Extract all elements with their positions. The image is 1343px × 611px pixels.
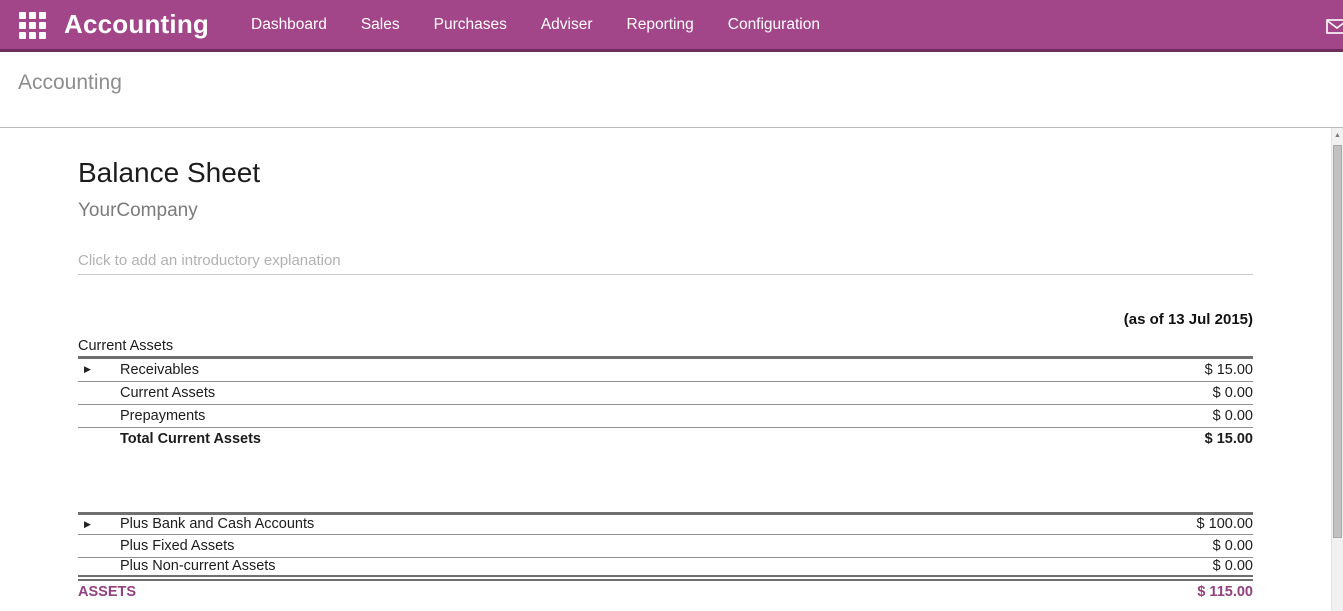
report-row-total-current-assets: Total Current Assets $ 15.00 [78, 428, 1253, 451]
report-row-prepayments: Prepayments $ 0.00 [78, 405, 1253, 428]
company-name: YourCompany [78, 200, 1253, 222]
menu-item-adviser[interactable]: Adviser [541, 16, 593, 34]
row-label: Plus Non-current Assets [120, 558, 1213, 574]
intro-placeholder[interactable]: Click to add an introductory explanation [78, 252, 1253, 275]
menu-item-configuration[interactable]: Configuration [728, 16, 820, 34]
menu-item-sales[interactable]: Sales [361, 16, 400, 34]
row-value: $ 115.00 [1197, 584, 1253, 600]
breadcrumb-bar: Accounting [0, 52, 1343, 128]
column-header-date: (as of 13 Jul 2015) [78, 308, 1253, 336]
row-label: Current Assets [120, 385, 1213, 401]
expand-arrow-icon[interactable]: ▶ [78, 519, 120, 530]
report-row-fixed-assets: Plus Fixed Assets $ 0.00 [78, 535, 1253, 558]
envelope-icon[interactable] [1326, 19, 1343, 34]
menu-item-reporting[interactable]: Reporting [627, 16, 694, 34]
report-row-receivables: ▶ Receivables $ 15.00 [78, 359, 1253, 382]
page-title: Balance Sheet [78, 158, 1253, 189]
apps-grid-icon[interactable] [18, 11, 46, 39]
row-label: Receivables [120, 362, 1205, 378]
row-value: $ 100.00 [1197, 516, 1253, 532]
row-value: $ 15.00 [1205, 362, 1253, 378]
breadcrumb: Accounting [18, 71, 122, 94]
row-label: ASSETS [78, 584, 1197, 600]
row-label: Plus Bank and Cash Accounts [120, 516, 1197, 532]
vertical-scrollbar[interactable]: ▲ [1331, 128, 1343, 611]
report-row-assets-total: ASSETS $ 115.00 [78, 581, 1253, 604]
top-nav-bar: Accounting Dashboard Sales Purchases Adv… [0, 0, 1343, 52]
row-label: Total Current Assets [120, 431, 1205, 447]
balance-sheet-table: (as of 13 Jul 2015) Current Assets ▶ Rec… [78, 308, 1253, 604]
report-row-bank-cash: ▶ Plus Bank and Cash Accounts $ 100.00 [78, 512, 1253, 535]
main-menu: Dashboard Sales Purchases Adviser Report… [251, 16, 820, 34]
report-sheet: Balance Sheet YourCompany Click to add a… [0, 128, 1331, 604]
row-label: Plus Fixed Assets [120, 538, 1213, 554]
report-row-non-current-assets: Plus Non-current Assets $ 0.00 [78, 558, 1253, 581]
app-title[interactable]: Accounting [64, 9, 209, 40]
empty-row [78, 451, 1253, 512]
row-label: Prepayments [120, 408, 1213, 424]
report-row-current-assets: Current Assets $ 0.00 [78, 382, 1253, 405]
row-value: $ 0.00 [1213, 538, 1253, 554]
row-value: $ 0.00 [1213, 408, 1253, 424]
row-value: $ 0.00 [1213, 558, 1253, 574]
row-value: $ 15.00 [1205, 431, 1253, 447]
row-label: Current Assets [78, 338, 1253, 354]
menu-item-dashboard[interactable]: Dashboard [251, 16, 327, 34]
menu-item-purchases[interactable]: Purchases [434, 16, 507, 34]
scrollbar-thumb[interactable] [1333, 145, 1342, 538]
expand-arrow-icon[interactable]: ▶ [78, 364, 120, 375]
row-value: $ 0.00 [1213, 385, 1253, 401]
section-row-current-assets: Current Assets [78, 336, 1253, 359]
scrollbar-up-arrow-icon[interactable]: ▲ [1332, 132, 1343, 140]
